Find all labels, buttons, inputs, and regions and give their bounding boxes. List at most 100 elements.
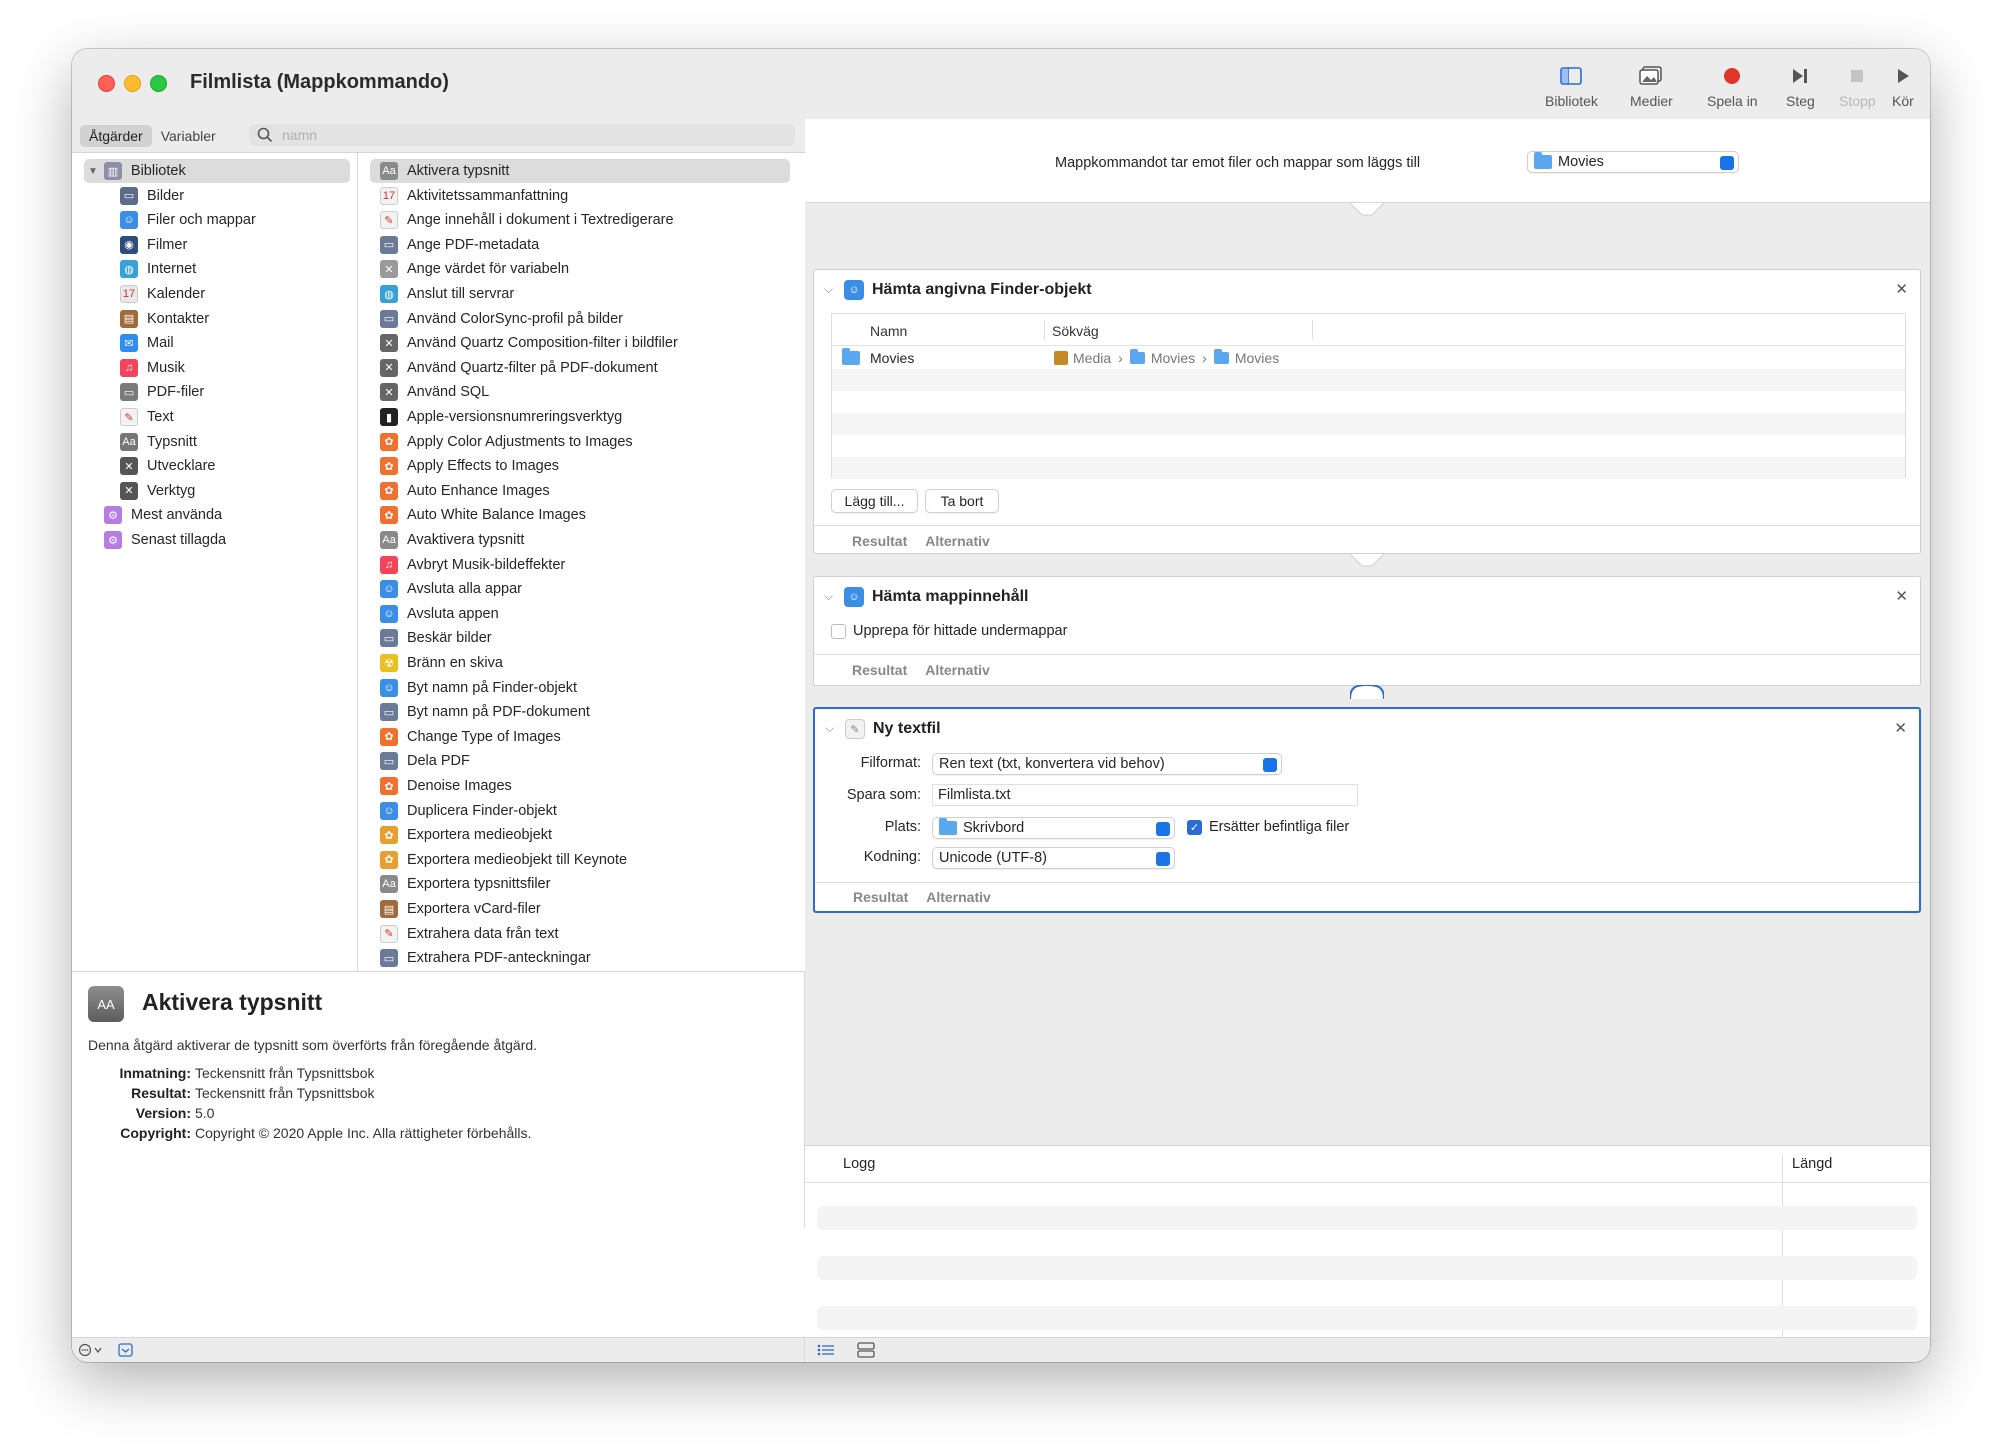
action-icon: ✿ [380, 481, 398, 500]
action-item[interactable]: ☢ Bränn en skiva [370, 651, 790, 675]
sidebar-item-4[interactable]: 17 Kalender [120, 282, 205, 306]
add-button[interactable]: Lägg till... [831, 489, 918, 513]
action-item[interactable]: ✿ Exportera medieobjekt till Keynote [370, 848, 790, 872]
photos-icon [1639, 63, 1663, 89]
sidebar-item-11[interactable]: ✕ Utvecklare [120, 454, 216, 478]
action-item[interactable]: ☺ Avsluta alla appar [370, 577, 790, 601]
stop-toolbar-button[interactable]: Stopp [1839, 63, 1876, 109]
action-item[interactable]: ▭ Beskär bilder [370, 626, 790, 650]
action-item[interactable]: ▭ Ange PDF-metadata [370, 233, 790, 257]
action-item[interactable]: ✿ Auto Enhance Images [370, 479, 790, 503]
replace-files-checkbox[interactable]: ✓ [1187, 820, 1202, 835]
action-item[interactable]: ▤ Exportera vCard-filer [370, 897, 790, 921]
sidebar-item-12[interactable]: ✕ Verktyg [120, 479, 195, 503]
action-menu-icon[interactable] [78, 1343, 108, 1357]
smart-group-0[interactable]: ⚙ Mest använda [104, 503, 222, 527]
minimize-window-button[interactable] [124, 75, 141, 92]
smart-group-1[interactable]: ⚙ Senast tillagda [104, 528, 226, 552]
repeat-subfolders-checkbox[interactable] [831, 624, 846, 639]
action-item[interactable]: ✕ Använd Quartz-filter på PDF-dokument [370, 356, 790, 380]
tab-result[interactable]: Resultat [852, 662, 907, 678]
description-toggle-icon[interactable] [118, 1343, 134, 1357]
action-item[interactable]: Aa Aktivera typsnitt [370, 159, 790, 183]
search-field[interactable]: namn [249, 124, 795, 146]
tab-variables[interactable]: Variabler [152, 125, 225, 147]
collapse-chevron-icon[interactable]: ⌵ [824, 282, 833, 297]
sidebar-item-0[interactable]: ▭ Bilder [120, 184, 184, 208]
run-toolbar-button[interactable]: Kör [1892, 63, 1914, 109]
action-item[interactable]: ☺ Byt namn på Finder-objekt [370, 676, 790, 700]
action-item[interactable]: ✎ Ange innehåll i dokument i Textredigera… [370, 208, 790, 232]
collapse-chevron-icon[interactable]: ⌵ [824, 589, 833, 604]
record-toolbar-button[interactable]: Spela in [1707, 63, 1758, 109]
action-item[interactable]: ✕ Använd SQL [370, 380, 790, 404]
column-length[interactable]: Längd [1792, 1156, 1832, 1172]
action-item[interactable]: ✿ Denoise Images [370, 774, 790, 798]
action-item[interactable]: ▮ Apple-versionsnumreringsverktyg [370, 405, 790, 429]
search-input[interactable]: namn [282, 127, 317, 143]
close-icon[interactable]: ✕ [1894, 719, 1907, 737]
list-view-icon[interactable] [817, 1343, 835, 1357]
action-item[interactable]: ☺ Avsluta appen [370, 602, 790, 626]
split-view-icon[interactable] [857, 1342, 875, 1358]
column-name[interactable]: Namn [870, 323, 907, 339]
close-window-button[interactable] [98, 75, 115, 92]
tab-result[interactable]: Resultat [852, 533, 907, 549]
saveas-label: Spara som: [846, 787, 921, 803]
sidebar-item-5[interactable]: ▤ Kontakter [120, 307, 209, 331]
library-root[interactable]: ▼ ▥ Bibliotek [84, 159, 350, 183]
tab-options[interactable]: Alternativ [925, 533, 990, 549]
collapse-chevron-icon[interactable]: ⌵ [825, 721, 834, 736]
sidebar-item-6[interactable]: ✉ Mail [120, 331, 174, 355]
column-path[interactable]: Sökväg [1052, 323, 1099, 339]
action-item[interactable]: Aa Avaktivera typsnitt [370, 528, 790, 552]
path-control[interactable]: Media › Movies › Movies [1054, 349, 1279, 366]
sidebar-item-1[interactable]: ☺ Filer och mappar [120, 208, 256, 232]
format-popup[interactable]: Ren text (txt, konvertera vid behov) [932, 753, 1282, 775]
tab-options[interactable]: Alternativ [925, 662, 990, 678]
place-popup[interactable]: Skrivbord [932, 817, 1175, 839]
action-item[interactable]: ▭ Dela PDF [370, 749, 790, 773]
close-icon[interactable]: ✕ [1895, 587, 1908, 605]
encoding-popup[interactable]: Unicode (UTF-8) [932, 847, 1175, 869]
action-item[interactable]: 17 Aktivitetssammanfattning [370, 184, 790, 208]
action-item[interactable]: ◍ Anslut till servrar [370, 282, 790, 306]
action-item[interactable]: ✿ Apply Effects to Images [370, 454, 790, 478]
saveas-field[interactable]: Filmlista.txt [932, 784, 1358, 806]
action-item[interactable]: ♫ Avbryt Musik-bildeffekter [370, 553, 790, 577]
action-item[interactable]: ✎ Extrahera data från text [370, 922, 790, 946]
zoom-window-button[interactable] [150, 75, 167, 92]
sidebar-item-2[interactable]: ◉ Filmer [120, 233, 187, 257]
action-item[interactable]: ✿ Apply Color Adjustments to Images [370, 430, 790, 454]
action-item[interactable]: ✿ Exportera medieobjekt [370, 823, 790, 847]
sidebar-item-10[interactable]: Aa Typsnitt [120, 430, 197, 454]
folder-popup[interactable]: Movies [1527, 151, 1739, 173]
left-footer [72, 1337, 805, 1362]
tab-options[interactable]: Alternativ [926, 889, 991, 905]
tab-result[interactable]: Resultat [853, 889, 908, 905]
table-row[interactable]: Movies Media › Movies › Movies [832, 347, 1905, 369]
close-icon[interactable]: ✕ [1895, 280, 1908, 298]
action-item[interactable]: Aa Exportera typsnittsfiler [370, 872, 790, 896]
remove-button[interactable]: Ta bort [925, 489, 999, 513]
action-item[interactable]: ✿ Change Type of Images [370, 725, 790, 749]
action-item[interactable]: ▭ Extrahera PDF-anteckningar [370, 946, 790, 970]
library-root-label: Bibliotek [130, 163, 186, 179]
sidebar-item-8[interactable]: ▭ PDF-filer [120, 380, 204, 404]
action-item[interactable]: ☺ Duplicera Finder-objekt [370, 799, 790, 823]
sidebar-item-9[interactable]: ✎ Text [120, 405, 174, 429]
action-item[interactable]: ✿ Auto White Balance Images [370, 503, 790, 527]
sidebar-item-7[interactable]: ♫ Musik [120, 356, 185, 380]
action-item[interactable]: ✕ Ange värdet för variabeln [370, 257, 790, 281]
column-log[interactable]: Logg [843, 1156, 875, 1172]
sidebar-item-3[interactable]: ◍ Internet [120, 257, 196, 281]
action-item[interactable]: ▭ Byt namn på PDF-dokument [370, 700, 790, 724]
media-toolbar-button[interactable]: Medier [1630, 63, 1673, 109]
action-item[interactable]: ✕ Använd Quartz Composition-filter i bild… [370, 331, 790, 355]
disclosure-triangle-icon[interactable]: ▼ [88, 166, 98, 177]
tab-actions[interactable]: Åtgärder [80, 125, 152, 147]
description-title: Aktivera typsnitt [142, 989, 323, 1015]
library-toolbar-button[interactable]: Bibliotek [1545, 63, 1598, 109]
step-toolbar-button[interactable]: Steg [1786, 63, 1815, 109]
action-item[interactable]: ▭ Använd ColorSync-profil på bilder [370, 307, 790, 331]
